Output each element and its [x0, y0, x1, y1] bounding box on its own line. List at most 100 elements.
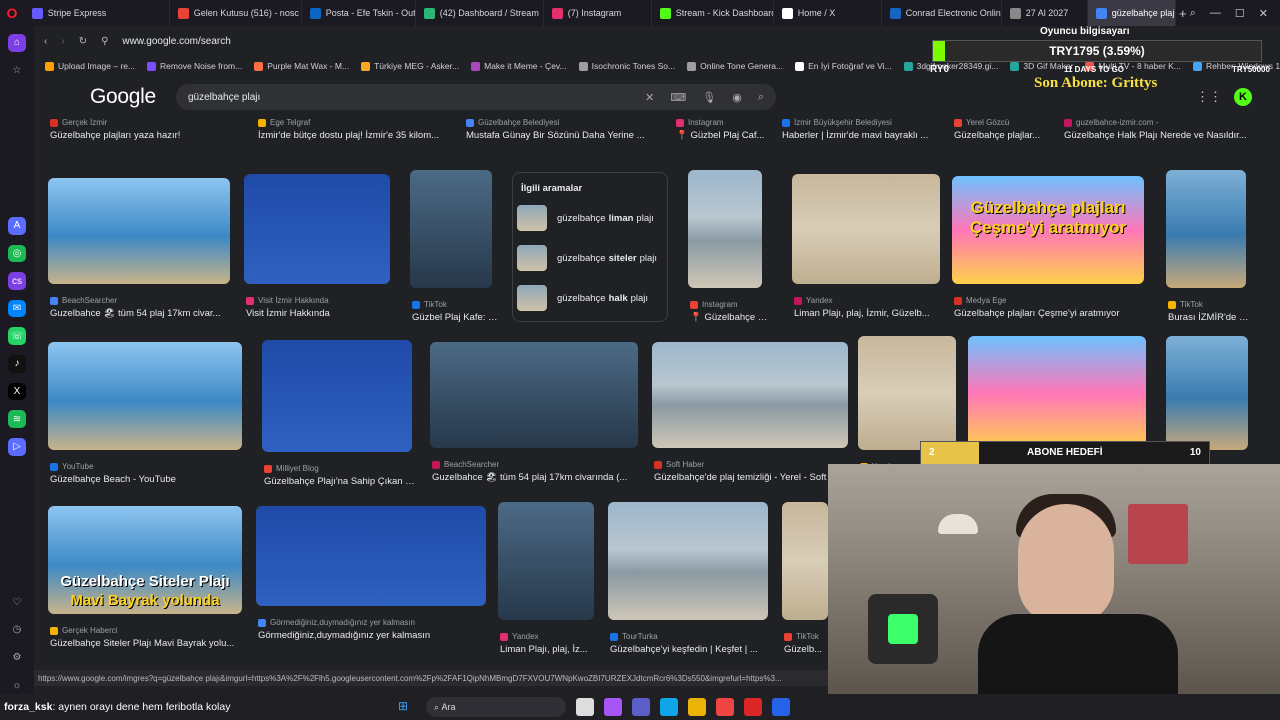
- bookmark-item[interactable]: Upload Image – re...: [40, 61, 140, 71]
- bookmark-item[interactable]: Make it Meme - Çev...: [466, 61, 572, 71]
- kick-avatar-icon[interactable]: K: [1234, 88, 1252, 106]
- forward-icon[interactable]: ›: [61, 36, 64, 47]
- result-source[interactable]: guzelbahce-izmir.com -: [1064, 118, 1254, 127]
- result-thumbnail[interactable]: [968, 336, 1146, 450]
- result-thumbnail[interactable]: [608, 502, 768, 620]
- result-title[interactable]: Güzelbahçe plajları Çeşme'yi aratmıyor: [954, 308, 1150, 319]
- related-search-item[interactable]: güzelbahçe siteler plajı: [517, 243, 665, 273]
- result-title[interactable]: Liman Plajı, plaj, İzmir, Güzelb...: [794, 308, 946, 319]
- taskbar-search[interactable]: ⌕ Ara: [426, 697, 566, 717]
- result-source[interactable]: TikTok: [1168, 300, 1248, 309]
- bookmark-item[interactable]: Isochronic Tones So...: [574, 61, 680, 71]
- result-source[interactable]: Visit İzmir Hakkında: [246, 296, 392, 305]
- app-w-icon[interactable]: [744, 698, 762, 716]
- explorer-icon[interactable]: [688, 698, 706, 716]
- result-thumbnail[interactable]: [782, 502, 828, 620]
- tab-3[interactable]: Posta - Efe Tskin - Outlo: [302, 0, 416, 26]
- result-thumbnail[interactable]: [792, 174, 940, 284]
- result-title[interactable]: Haberler | İzmir'de mavi bayraklı ...: [782, 130, 936, 141]
- result-thumbnail[interactable]: [1166, 170, 1246, 288]
- tab-5[interactable]: (7) Instagram: [544, 0, 652, 26]
- result-thumbnail[interactable]: [858, 336, 956, 450]
- result-source[interactable]: Instagram: [690, 300, 764, 309]
- result-source[interactable]: Gerçek Haberci: [50, 626, 244, 635]
- tiktok-icon[interactable]: ♪: [8, 355, 26, 373]
- result-title[interactable]: Güzelbahçe'de plaj temizliği - Yerel - S…: [654, 472, 854, 483]
- result-title[interactable]: Güzelbahçe Plajı'na Sahip Çıkan Y...: [264, 476, 418, 487]
- site-info-icon[interactable]: ⚲: [101, 36, 108, 47]
- result-title[interactable]: Burası İZMİR'de m...: [1168, 312, 1252, 323]
- search-tabs-icon[interactable]: ⌕: [1190, 7, 1196, 20]
- url-field[interactable]: www.google.com/search: [122, 31, 230, 51]
- result-title[interactable]: İzmir'de bütçe dostu plaj! İzmir'e 35 ki…: [258, 130, 452, 141]
- bookmark-item[interactable]: En İyi Fotoğraf ve Vi...: [790, 61, 896, 71]
- settings-icon[interactable]: ⚙: [8, 649, 26, 667]
- tab-7[interactable]: Home / X: [774, 0, 882, 26]
- result-thumbnail[interactable]: [410, 170, 492, 288]
- whatsapp-icon[interactable]: ☏: [8, 327, 26, 346]
- tab-10[interactable]: güzelbahçe plajı - Google: [1087, 0, 1176, 26]
- result-source[interactable]: BeachSearcher: [50, 296, 232, 305]
- tab-8[interactable]: Conrad Electronic Online: [882, 0, 1002, 26]
- result-thumbnail[interactable]: [48, 178, 230, 284]
- lightbulb-icon[interactable]: ☼: [8, 676, 26, 694]
- result-source[interactable]: Soft Haber: [654, 460, 850, 469]
- result-title[interactable]: Görmediğiniz,duymadığınız yer kalmasın: [258, 630, 492, 641]
- tab-2[interactable]: Gelen Kutusu (516) - nosc: [170, 0, 302, 26]
- result-thumbnail[interactable]: [688, 170, 762, 288]
- copilot-icon[interactable]: [604, 698, 622, 716]
- result-source[interactable]: Yandex: [500, 632, 596, 641]
- aria-icon[interactable]: A: [8, 216, 26, 235]
- bookmark-item[interactable]: 3dgifmaker28349.gi...: [899, 61, 1004, 71]
- result-title[interactable]: Visit İzmir Hakkında: [246, 308, 396, 319]
- google-logo[interactable]: Google: [90, 85, 156, 109]
- result-title[interactable]: Güzelb...: [784, 644, 834, 655]
- tab-4[interactable]: (42) Dashboard / Stream: [416, 0, 544, 26]
- result-source[interactable]: Görmediğiniz,duymadığınız yer kalmasın: [258, 618, 488, 627]
- tab-6[interactable]: Stream - Kick Dashboard: [652, 0, 774, 26]
- result-source[interactable]: Ege Telgraf: [258, 118, 448, 127]
- opera-taskbar-icon[interactable]: [716, 698, 734, 716]
- star-icon[interactable]: ☆: [8, 62, 26, 80]
- maximize-button[interactable]: ☐: [1235, 7, 1245, 20]
- result-source[interactable]: Yerel Gözcü: [954, 118, 1044, 127]
- keyboard-icon[interactable]: ⌨: [670, 91, 686, 104]
- bookmark-item[interactable]: Purple Mat Wax - M...: [249, 61, 354, 71]
- result-thumbnail[interactable]: [1166, 336, 1248, 450]
- google-search-box[interactable]: güzelbahçe plajı ✕ ⌨ 🎙 ◉ ⌕: [176, 84, 776, 110]
- tab-1[interactable]: Stripe Express: [24, 0, 170, 26]
- result-title[interactable]: Guzelbahce 🏖 tüm 54 plaj 17km civarında …: [432, 472, 644, 483]
- bookmark-item[interactable]: Online Tone Genera...: [682, 61, 788, 71]
- back-icon[interactable]: ‹: [44, 36, 47, 47]
- new-tab-button[interactable]: +: [1176, 6, 1190, 21]
- search-icon[interactable]: ⌕: [758, 91, 764, 104]
- result-source[interactable]: Güzelbahçe Belediyesi: [466, 118, 656, 127]
- result-source[interactable]: TikTok: [412, 300, 494, 309]
- history-icon[interactable]: ◷: [8, 621, 26, 639]
- result-title[interactable]: Güzelbahçe Siteler Plajı Mavi Bayrak yol…: [50, 638, 248, 649]
- spotify-icon[interactable]: ≋: [8, 410, 26, 429]
- result-thumbnail[interactable]: [262, 340, 412, 452]
- chatgpt-icon[interactable]: ◎: [8, 244, 26, 263]
- bookmark-item[interactable]: Türkiye MEG - Asker...: [356, 61, 464, 71]
- x-icon[interactable]: X: [8, 382, 26, 401]
- opera-logo-icon[interactable]: O: [0, 0, 24, 26]
- result-title[interactable]: 📍 Güzbel Plaj Caf...: [676, 130, 790, 141]
- result-title[interactable]: 📍 Güzelbahçe Be...: [690, 312, 768, 323]
- result-source[interactable]: YouTube: [50, 462, 244, 471]
- result-source[interactable]: Instagram: [676, 118, 786, 127]
- result-source[interactable]: TikTok: [784, 632, 830, 641]
- app-l-icon[interactable]: [772, 698, 790, 716]
- result-source[interactable]: BeachSearcher: [432, 460, 640, 469]
- result-source[interactable]: Yandex: [794, 296, 942, 305]
- minimize-button[interactable]: —: [1210, 7, 1221, 20]
- result-title[interactable]: Güzelbahçe plajlar...: [954, 130, 1048, 141]
- result-thumbnail[interactable]: [48, 342, 242, 450]
- result-title[interactable]: Liman Plajı, plaj, İz...: [500, 644, 600, 655]
- result-source[interactable]: Gerçek İzmir: [50, 118, 236, 127]
- result-title[interactable]: Güzbel Plaj Kafe: İ...: [412, 312, 498, 323]
- result-thumbnail[interactable]: [244, 174, 390, 284]
- related-search-item[interactable]: güzelbahçe liman plajı: [517, 203, 665, 233]
- home-icon[interactable]: ⌂: [8, 34, 26, 52]
- result-title[interactable]: Güzelbahçe plajları yaza hazır!: [50, 130, 240, 141]
